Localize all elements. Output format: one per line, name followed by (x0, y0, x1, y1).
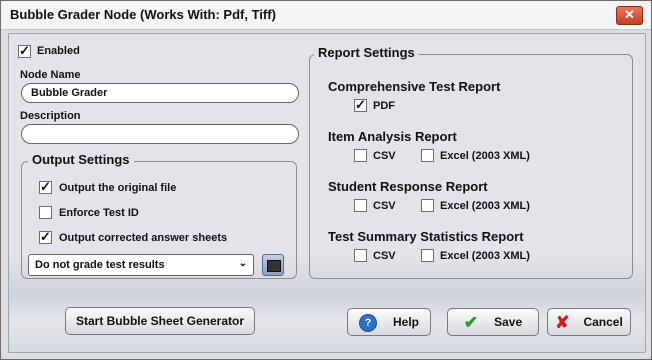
start-bubble-sheet-generator-button[interactable]: Start Bubble Sheet Generator (65, 307, 255, 335)
node-name-field[interactable]: Bubble Grader (21, 83, 299, 103)
enabled-checkbox[interactable] (18, 43, 31, 59)
checkmark-icon: ✔ (463, 312, 479, 332)
report-settings-group: Report Settings Comprehensive Test Repor… (309, 45, 633, 279)
item-analysis-excel-checkbox[interactable] (421, 149, 434, 162)
dialog-window: Bubble Grader Node (Works With: Pdf, Tif… (0, 0, 652, 360)
test-summary-heading: Test Summary Statistics Report (328, 229, 524, 244)
output-settings-group: Output Settings Output the original file… (21, 152, 297, 279)
cancel-label: Cancel (583, 315, 623, 329)
enabled-label: Enabled (37, 45, 80, 57)
chevron-down-icon: ⌄ (238, 258, 247, 269)
student-response-csv-label: CSV (373, 200, 396, 212)
help-label: Help (392, 315, 419, 329)
student-response-excel-label: Excel (2003 XML) (440, 200, 530, 212)
test-summary-csv-checkbox[interactable] (354, 249, 367, 262)
comprehensive-pdf-checkbox[interactable] (354, 97, 367, 113)
description-label: Description (20, 110, 81, 122)
description-field[interactable] (21, 124, 299, 144)
comprehensive-pdf-label: PDF (373, 100, 395, 112)
comprehensive-report-heading: Comprehensive Test Report (328, 79, 501, 94)
test-summary-excel-label: Excel (2003 XML) (440, 250, 530, 262)
help-button[interactable]: ? Help (347, 308, 431, 336)
student-response-heading: Student Response Report (328, 179, 488, 194)
enforce-test-id-label: Enforce Test ID (59, 207, 139, 219)
item-analysis-excel-label: Excel (2003 XML) (440, 150, 530, 162)
output-original-checkbox[interactable] (39, 179, 52, 195)
enforce-test-id-checkbox[interactable] (39, 206, 52, 219)
grade-results-select[interactable]: Do not grade test results ⌄ (28, 254, 254, 276)
cancel-button[interactable]: ✘ Cancel (547, 308, 631, 336)
item-analysis-heading: Item Analysis Report (328, 129, 457, 144)
dialog-body: Enabled Node Name Bubble Grader Descript… (8, 33, 646, 353)
output-corrected-label: Output corrected answer sheets (59, 232, 228, 244)
window-title: Bubble Grader Node (Works With: Pdf, Tif… (10, 7, 276, 22)
save-label: Save (494, 315, 523, 329)
close-x-icon: ✘ (555, 312, 570, 332)
answer-key-button[interactable] (262, 254, 284, 276)
help-icon: ? (358, 313, 377, 332)
student-response-excel-checkbox[interactable] (421, 199, 434, 212)
item-analysis-csv-checkbox[interactable] (354, 149, 367, 162)
test-summary-excel-checkbox[interactable] (421, 249, 434, 262)
close-button[interactable]: ✕ (616, 6, 643, 25)
grade-results-value: Do not grade test results (35, 259, 165, 271)
output-corrected-checkbox[interactable] (39, 229, 52, 245)
node-name-label: Node Name (20, 69, 81, 81)
save-button[interactable]: ✔ Save (447, 308, 539, 336)
test-summary-csv-label: CSV (373, 250, 396, 262)
output-original-label: Output the original file (59, 182, 177, 194)
title-bar: Bubble Grader Node (Works With: Pdf, Tif… (1, 1, 651, 30)
film-icon (267, 260, 281, 272)
student-response-csv-checkbox[interactable] (354, 199, 367, 212)
report-settings-title: Report Settings (314, 45, 419, 60)
output-settings-title: Output Settings (28, 152, 134, 167)
item-analysis-csv-label: CSV (373, 150, 396, 162)
